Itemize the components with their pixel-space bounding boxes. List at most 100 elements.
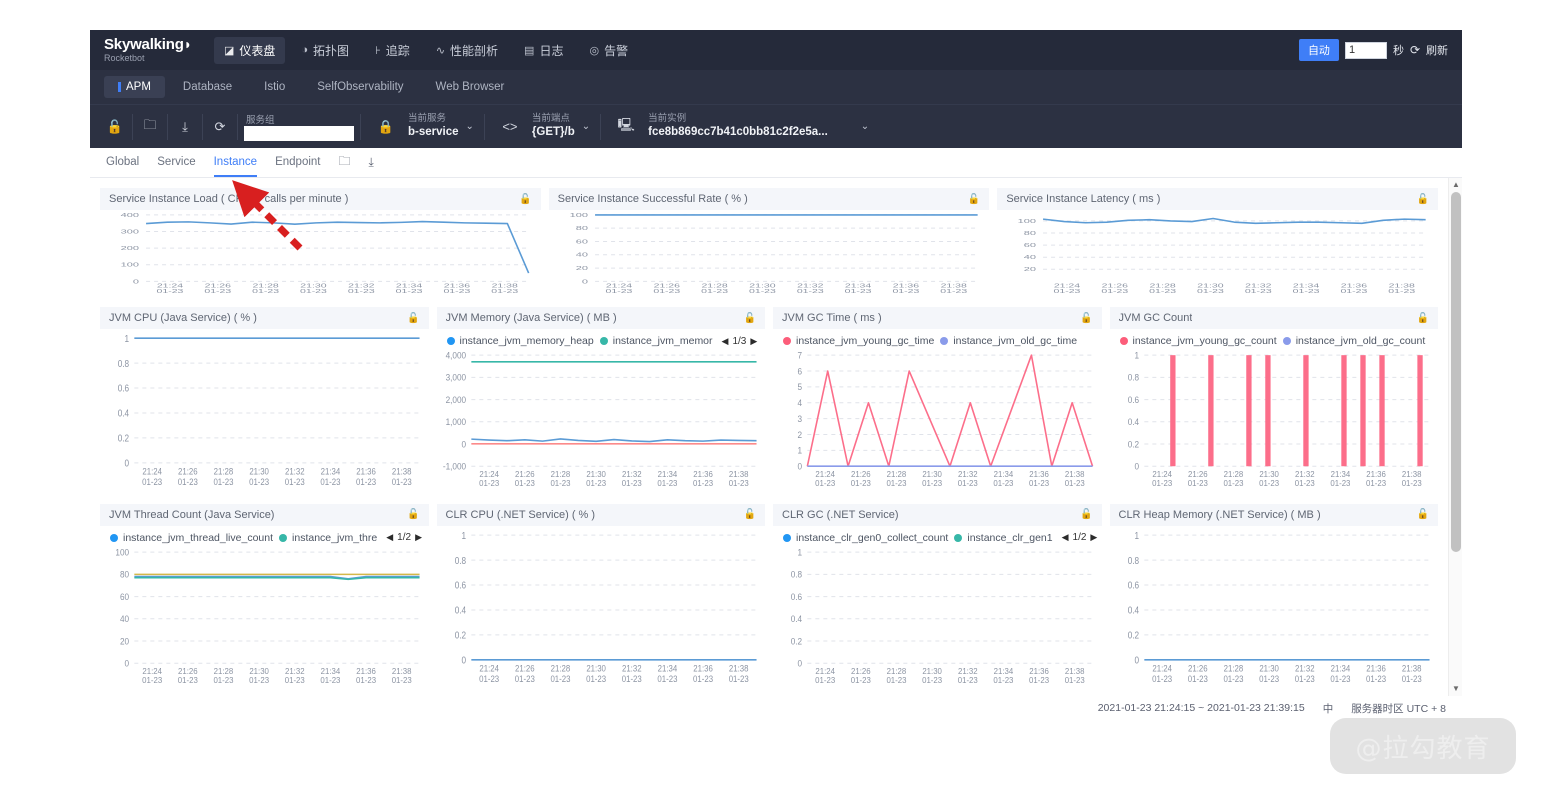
- lock-icon[interactable]: 🔓: [968, 194, 980, 205]
- nav-item-log[interactable]: ▤ 日志: [514, 37, 573, 64]
- group-tab-apm[interactable]: APM: [104, 76, 165, 98]
- legend-next-icon[interactable]: ▶: [750, 336, 757, 347]
- legend-item[interactable]: instance_jvm_old_gc_count: [1282, 335, 1425, 347]
- legend-item[interactable]: instance_jvm_memory_heap: [446, 335, 594, 347]
- chart-title: Service Instance Latency ( ms ): [1006, 193, 1161, 205]
- legend-color-dot: [599, 337, 608, 346]
- lock-icon[interactable]: 🔓: [744, 509, 756, 520]
- svg-text:100: 100: [1018, 218, 1037, 224]
- divider: [132, 113, 133, 140]
- chart-plot-area[interactable]: 0 0.2 0.4 0.6 0.8 1 21:24 01-23 21:26 01-23 21:28 0…: [1110, 526, 1439, 691]
- nav-item-topology[interactable]: ◑ 拓扑图: [291, 37, 359, 64]
- sub-tab-instance[interactable]: Instance: [213, 148, 258, 177]
- chart-plot-area[interactable]: 0 0.2 0.4 0.6 0.8 1 21:24 01-23 21:26 01-23 21:28 0…: [437, 526, 766, 691]
- legend-item[interactable]: instance_jvm_old_gc_time: [940, 335, 1077, 347]
- legend-item[interactable]: instance_jvm_young_gc_time: [783, 335, 934, 347]
- svg-text:0.4: 0.4: [454, 605, 465, 616]
- svg-text:01-23: 01-23: [1054, 289, 1081, 295]
- nav-item-trace[interactable]: ⊦ 追踪: [365, 37, 420, 64]
- nav-item-dashboard[interactable]: ◪ 仪表盘: [213, 36, 286, 64]
- legend-item[interactable]: instance_clr_gen0_collect_count: [783, 532, 948, 544]
- chevron-down-icon[interactable]: ⌄: [582, 121, 590, 132]
- chart-plot-area[interactable]: 0 0.2 0.4 0.6 0.8 1 21:24 01-23 21:26 01-23 21:28 0…: [773, 544, 1102, 691]
- lock-icon[interactable]: 🔓: [100, 119, 130, 135]
- chart-plot-area[interactable]: 0 0.2 0.4 0.6 0.8 1 21:24 01-23 21:26 01-23 21:28 0…: [1110, 347, 1439, 494]
- divider: [167, 113, 168, 140]
- current-instance-value: fce8b869cc7b41c0bb81c2f2e5a...: [648, 126, 828, 139]
- export-icon[interactable]: ⤓: [170, 119, 200, 135]
- chart-plot-area[interactable]: 0 20 40 60 80 100 21:24 01-23 21:26 01-23 21:28 01-…: [549, 210, 990, 298]
- lock-icon[interactable]: 🔓: [1080, 313, 1092, 324]
- chevron-down-icon[interactable]: ⌄: [861, 121, 869, 132]
- lock-icon[interactable]: 🔓: [1080, 509, 1092, 520]
- svg-text:100: 100: [569, 212, 588, 218]
- sub-tab-global[interactable]: Global: [106, 148, 139, 177]
- lock-icon[interactable]: 🔓: [407, 509, 419, 520]
- refresh-interval-input[interactable]: [1344, 41, 1387, 59]
- svg-text:21:26: 21:26: [515, 470, 535, 479]
- svg-text:1: 1: [798, 446, 803, 456]
- lock-icon[interactable]: 🔓: [744, 313, 756, 324]
- svg-text:5: 5: [798, 382, 803, 392]
- sub-tab-list: Global Service Instance Endpoint: [106, 148, 321, 177]
- legend-next-icon[interactable]: ▶: [1090, 532, 1097, 543]
- lock-icon[interactable]: 🔓: [1417, 194, 1429, 205]
- reload-icon[interactable]: ⟳: [205, 119, 235, 135]
- sub-tab-service[interactable]: Service: [157, 148, 195, 177]
- scroll-down-icon[interactable]: ▼: [1449, 682, 1462, 696]
- current-endpoint-selector[interactable]: <> 当前端点 {GET}/b ⌄: [487, 105, 598, 148]
- svg-text:0: 0: [1134, 461, 1139, 471]
- auto-refresh-button[interactable]: 自动: [1298, 39, 1339, 61]
- svg-text:01-23: 01-23: [993, 479, 1013, 488]
- language-switch[interactable]: 中: [1323, 701, 1334, 716]
- nav-item-label: 告警: [604, 43, 629, 58]
- folder-icon[interactable]: 🗀: [135, 116, 165, 138]
- nav-item-alarm[interactable]: ◎ 告警: [579, 37, 638, 64]
- legend-color-dot: [446, 337, 455, 346]
- chart-plot-area[interactable]: 20 40 60 80 100 21:24 01-23 21:26 01-23 21:28 01-2…: [997, 210, 1438, 298]
- service-group-input[interactable]: [244, 126, 354, 141]
- vertical-scrollbar[interactable]: ▲ ▼: [1448, 178, 1462, 696]
- group-tab-istio[interactable]: Istio: [250, 76, 299, 98]
- nav-item-profile[interactable]: ∿ 性能剖析: [426, 37, 508, 64]
- sub-tab-endpoint[interactable]: Endpoint: [275, 148, 320, 177]
- current-service-selector[interactable]: 🔒 当前服务 b-service ⌄: [363, 105, 482, 148]
- scrollbar-thumb[interactable]: [1451, 192, 1461, 552]
- svg-text:01-23: 01-23: [1152, 479, 1172, 488]
- svg-text:01-23: 01-23: [922, 675, 942, 684]
- chart-card-clr-cpu: CLR CPU (.NET Service) ( % ) 🔓 0 0.2 0.4 0.6 0…: [433, 500, 770, 695]
- chart-plot-area[interactable]: 0 0.2 0.4 0.6 0.8 1 21:24 01-23 21:26 01-23 21:28 0…: [100, 329, 429, 494]
- legend-item[interactable]: instance_jvm_thre: [279, 532, 377, 544]
- lock-icon[interactable]: 🔓: [407, 313, 419, 324]
- current-instance-selector[interactable]: 🖳 当前实例 fce8b869cc7b41c0bb81c2f2e5a... ⌄: [603, 105, 877, 148]
- svg-text:0.8: 0.8: [454, 555, 465, 566]
- group-tab-label: SelfObservability: [317, 81, 404, 93]
- group-tab-database[interactable]: Database: [169, 76, 246, 98]
- legend-next-icon[interactable]: ▶: [415, 532, 422, 543]
- chart-plot-area[interactable]: 0 20 40 60 80 100 21:24 01-23 21:26 01-23 21:28 01-…: [100, 544, 429, 691]
- legend-item[interactable]: instance_jvm_young_gc_count: [1119, 335, 1277, 347]
- svg-text:01-23: 01-23: [142, 675, 162, 684]
- chart-plot-area[interactable]: 0 100 200 300 400 21:24 01-23 21:26 01-23 21:28 01…: [100, 210, 541, 298]
- lock-icon[interactable]: 🔓: [1417, 313, 1429, 324]
- chart-plot-area[interactable]: -1,000 0 1,000 2,000 3,000 4,000 21:24 01-23 21:…: [437, 347, 766, 494]
- lock-icon[interactable]: 🔓: [519, 194, 531, 205]
- refresh-icon[interactable]: ⟳: [1410, 43, 1420, 57]
- svg-text:01-23: 01-23: [443, 289, 470, 295]
- download-icon[interactable]: ⤓: [369, 155, 374, 170]
- group-tab-web-browser[interactable]: Web Browser: [422, 76, 519, 98]
- group-tab-selfobservability[interactable]: SelfObservability: [303, 76, 417, 98]
- legend-item[interactable]: instance_jvm_memor: [599, 335, 713, 347]
- chart-plot-area[interactable]: 0 1 2 3 4 5 6 7 21:24 01-23 21:26 01-23 21:28 01-23 21…: [773, 347, 1102, 494]
- refresh-button-label[interactable]: 刷新: [1426, 42, 1448, 58]
- legend-prev-icon[interactable]: ◀: [722, 336, 729, 347]
- svg-text:0.4: 0.4: [118, 408, 129, 419]
- folder-icon[interactable]: 🗀: [339, 152, 351, 173]
- chevron-down-icon[interactable]: ⌄: [466, 121, 474, 132]
- legend-prev-icon[interactable]: ◀: [1062, 532, 1069, 543]
- legend-prev-icon[interactable]: ◀: [386, 532, 393, 543]
- legend-item[interactable]: instance_clr_gen1: [954, 532, 1053, 544]
- legend-item[interactable]: instance_jvm_thread_live_count: [110, 532, 273, 544]
- scroll-up-icon[interactable]: ▲: [1449, 178, 1462, 192]
- lock-icon[interactable]: 🔓: [1417, 509, 1429, 520]
